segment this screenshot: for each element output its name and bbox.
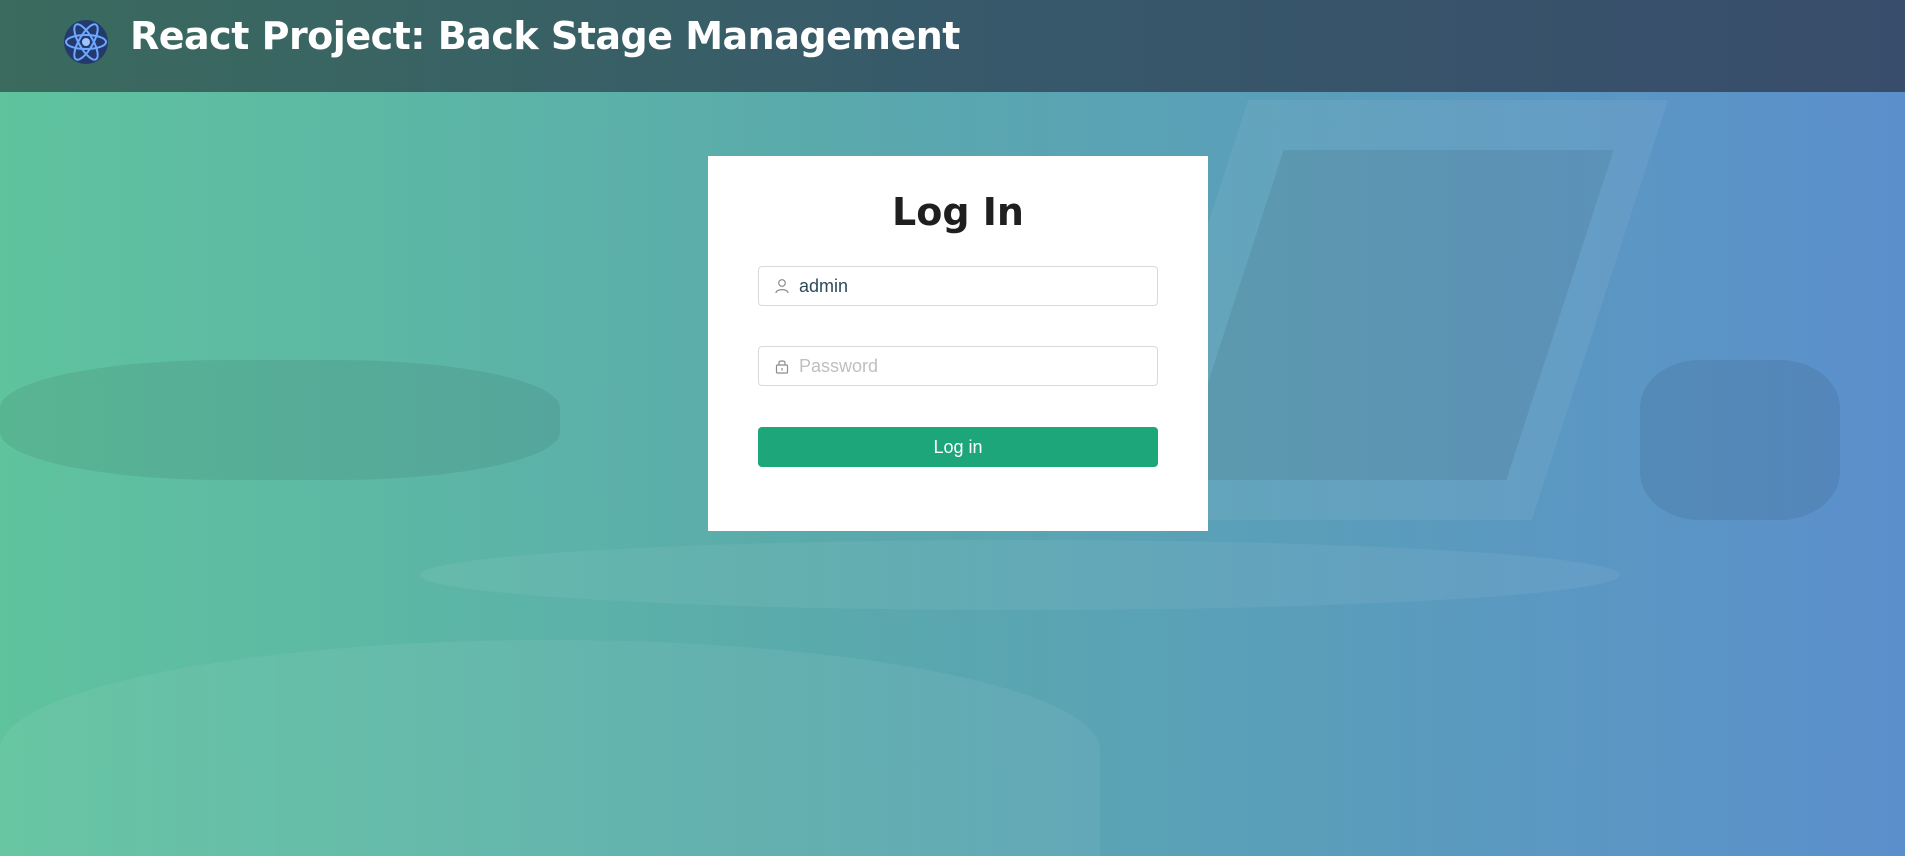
password-field[interactable] — [758, 346, 1158, 386]
username-input[interactable] — [799, 267, 1157, 305]
login-form: Log In Log in — [708, 156, 1208, 531]
user-icon — [773, 277, 791, 295]
lock-icon — [773, 357, 791, 375]
password-input[interactable] — [799, 347, 1157, 385]
username-field[interactable] — [758, 266, 1158, 306]
app-title: React Project: Back Stage Management — [130, 14, 960, 58]
login-button[interactable]: Log in — [758, 427, 1158, 467]
login-title: Log In — [892, 190, 1024, 234]
app-header: React Project: Back Stage Management — [0, 0, 1905, 92]
react-atom-icon — [60, 16, 112, 68]
